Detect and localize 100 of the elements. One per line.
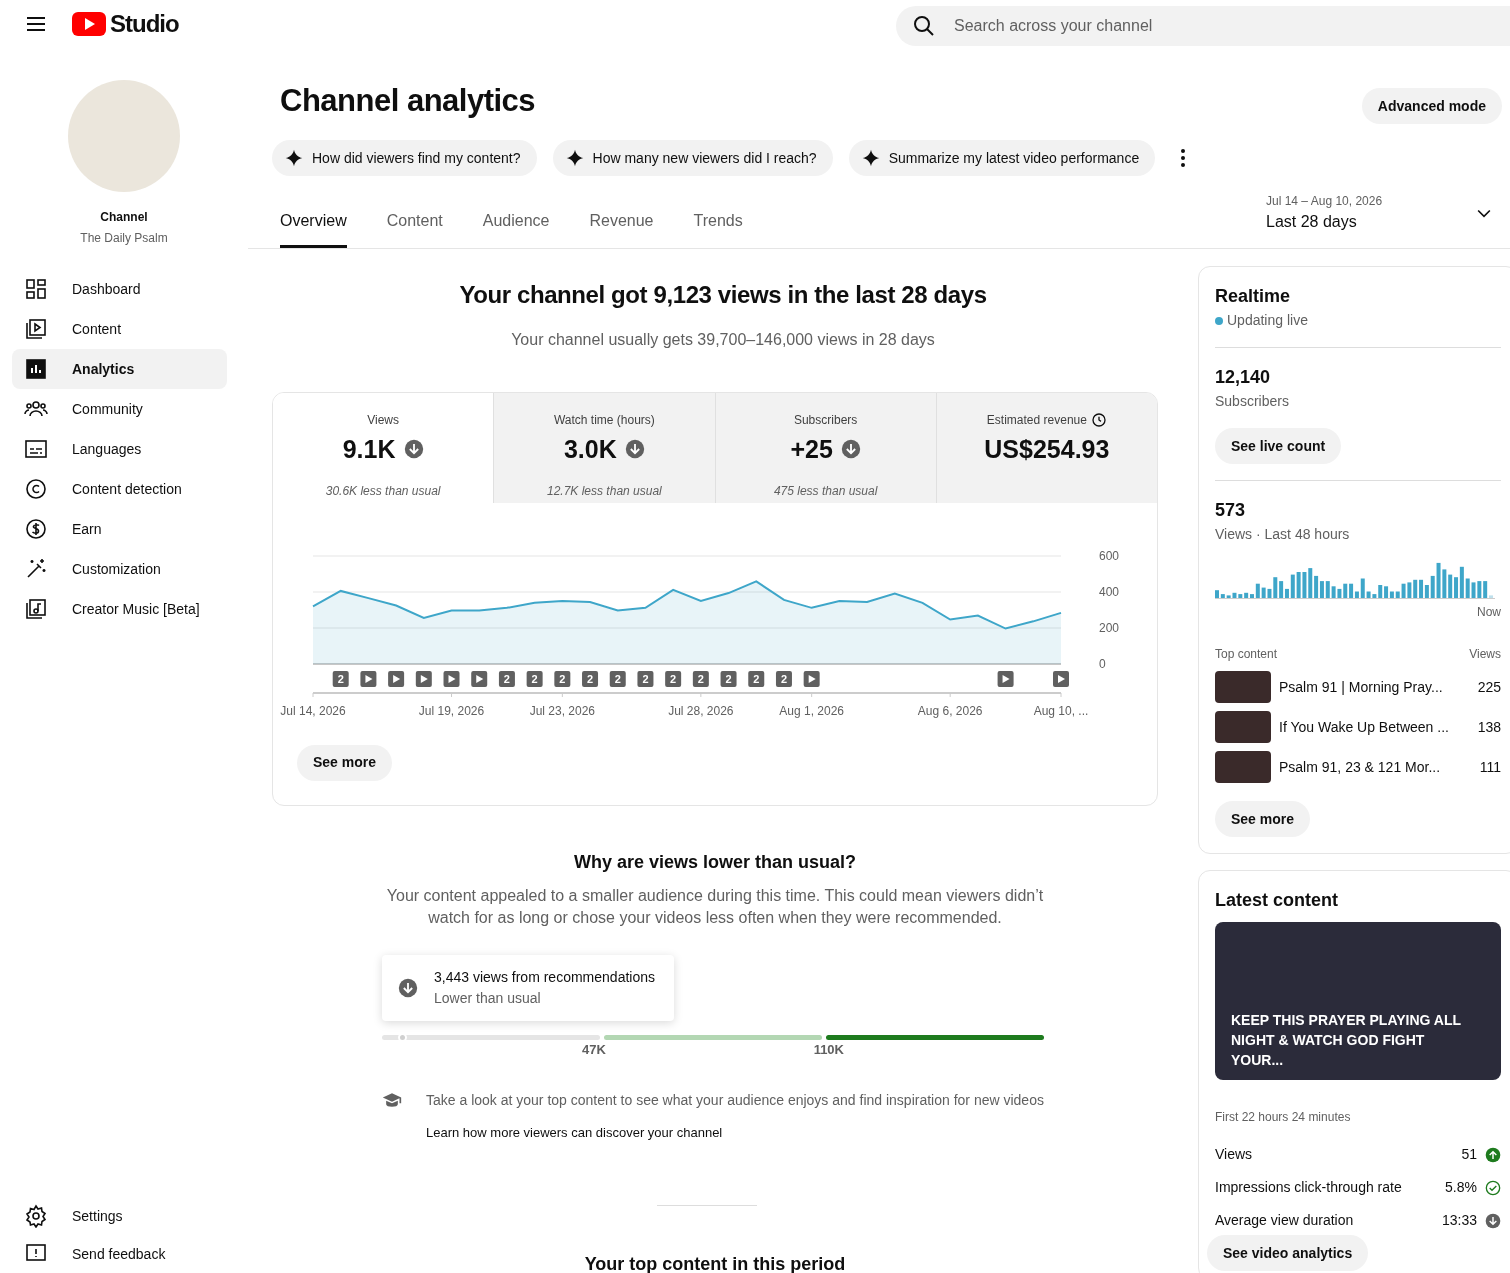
metric-tab[interactable]: Watch time (hours) 3.0K 12.7K less than usual — [493, 392, 715, 503]
count-marker[interactable]: 2 — [526, 670, 543, 687]
count-marker[interactable]: 2 — [332, 670, 349, 687]
logo-icon — [72, 12, 106, 36]
suggestion-chip[interactable]: How did viewers find my content? — [272, 140, 537, 176]
view-count: 225 — [1477, 677, 1501, 697]
video-marker[interactable] — [997, 670, 1014, 687]
channel-name: The Daily Psalm — [79, 230, 169, 247]
metric-note: 12.7K less than usual — [546, 483, 663, 501]
y-tick-label: 0 — [1099, 656, 1106, 671]
video-thumbnail — [1215, 751, 1271, 783]
learn-link[interactable]: Learn how more viewers can discover your channel — [426, 1122, 723, 1143]
tab[interactable]: Revenue — [589, 209, 654, 248]
page-title: Channel analytics — [280, 82, 536, 120]
callout-title: 3,443 views from recommendations — [434, 968, 655, 988]
advanced-mode-button[interactable]: Advanced mode — [1361, 88, 1502, 124]
see-more-button[interactable]: See more — [297, 744, 393, 781]
metric-label: Watch time (hours) — [553, 411, 655, 429]
y-tick-label: 600 — [1099, 548, 1120, 563]
tab[interactable]: Content — [386, 209, 443, 248]
column-header: Top content — [1215, 646, 1278, 663]
video-marker[interactable] — [388, 670, 405, 687]
top-content-row[interactable]: If You Wake Up Between ... 138 — [1215, 711, 1501, 743]
sidebar-item[interactable]: Community — [12, 389, 227, 429]
video-marker[interactable] — [471, 670, 488, 687]
count-marker[interactable]: 2 — [665, 670, 682, 687]
sidebar-item[interactable]: Analytics — [12, 349, 227, 389]
check-circle-icon — [1485, 1179, 1501, 1196]
video-marker[interactable] — [1053, 670, 1069, 687]
metric-value: 3.0K — [563, 433, 617, 465]
count-marker[interactable]: 2 — [609, 670, 626, 687]
top-content-row[interactable]: Psalm 91 | Morning Pray... 225 — [1215, 671, 1501, 703]
tab[interactable]: Overview — [280, 209, 347, 248]
sidebar-item[interactable]: Languages — [12, 429, 227, 469]
video-thumbnail[interactable]: KEEP THIS PRAYER PLAYING ALL NIGHT & WATCH GOD FIGHT YOUR... — [1215, 922, 1501, 1080]
period-label: First 22 hours 24 minutes — [1215, 1109, 1352, 1126]
metric-value: 9.1K — [342, 433, 396, 465]
metric-note: 475 less than usual — [772, 483, 879, 501]
summary-subline: Your channel usually gets 39,700–146,000 views in 28 days — [510, 329, 936, 350]
metric-value: US$254.93 — [984, 433, 1110, 465]
sidebar-item[interactable]: Content detection — [12, 469, 227, 509]
y-tick-label: 400 — [1099, 584, 1120, 599]
tip-text: Take a look at your top content to see what your audience enjoys and find inspiration for new videos — [426, 1090, 1044, 1110]
sidebar-item[interactable]: Settings — [12, 1197, 227, 1235]
search-icon[interactable] — [912, 14, 936, 38]
video-title: If You Wake Up Between ... — [1279, 717, 1449, 737]
search-field[interactable]: Search across your channel — [896, 6, 1510, 46]
video-marker[interactable] — [443, 670, 460, 687]
scale-label: 47K — [582, 1041, 606, 1060]
see-video-analytics-button[interactable]: See video analytics — [1207, 1235, 1369, 1271]
tab[interactable]: Trends — [693, 209, 743, 248]
x-tick-label: Aug 1, 2026 — [779, 703, 845, 718]
video-marker[interactable] — [360, 670, 377, 687]
y-tick-label: 200 — [1099, 620, 1120, 635]
stat-value: 51 — [1461, 1145, 1477, 1164]
sidebar-item[interactable]: Send feedback — [12, 1235, 227, 1273]
video-marker[interactable] — [415, 670, 432, 687]
bar-chart-icon — [24, 357, 48, 381]
video-marker[interactable] — [803, 670, 820, 687]
count-marker[interactable]: 2 — [692, 670, 709, 687]
see-live-count-button[interactable]: See live count — [1215, 428, 1342, 464]
count-marker[interactable]: 2 — [498, 670, 515, 687]
top-content-row[interactable]: Psalm 91, 23 & 121 Mor... 111 — [1215, 751, 1501, 783]
video-title: Psalm 91, 23 & 121 Mor... — [1279, 757, 1441, 777]
suggestion-chip[interactable]: Summarize my latest video performance — [848, 140, 1156, 176]
sidebar-item[interactable]: Content — [12, 309, 227, 349]
sidebar-item[interactable]: Customization — [12, 549, 227, 589]
live-dot — [1215, 316, 1223, 325]
live-status: Updating live — [1227, 311, 1308, 330]
metric-tab[interactable]: Subscribers +25 475 less than usual — [714, 392, 936, 503]
count-marker[interactable]: 2 — [748, 670, 765, 687]
date-range-picker[interactable]: Jul 14 – Aug 10, 2026 Last 28 days — [1266, 192, 1502, 248]
now-label: Now — [1477, 605, 1501, 619]
tab[interactable]: Audience — [482, 209, 550, 248]
count-marker[interactable]: 2 — [582, 670, 599, 687]
sidebar-item[interactable]: Dashboard — [12, 269, 227, 309]
music-icon — [24, 597, 48, 621]
see-more-button[interactable]: See more — [1215, 801, 1311, 837]
card-title: Latest content — [1215, 889, 1339, 912]
count-marker[interactable]: 2 — [554, 670, 571, 687]
video-thumbnail — [1215, 711, 1271, 743]
count-marker[interactable]: 2 — [775, 670, 792, 687]
sidebar-item[interactable]: Creator Music [Beta] — [12, 589, 227, 629]
dollar-icon — [24, 517, 48, 541]
sidebar-item[interactable]: Earn — [12, 509, 227, 549]
x-tick-label: Jul 19, 2026 — [418, 703, 485, 718]
metric-note: 30.6K less than usual — [324, 483, 442, 501]
x-tick-label: Aug 6, 2026 — [917, 703, 983, 718]
section-heading: Your top content in this period — [583, 1253, 847, 1273]
count-marker[interactable]: 2 — [637, 670, 654, 687]
count-marker[interactable]: 2 — [720, 670, 737, 687]
x-tick-label: Jul 14, 2026 — [280, 703, 346, 718]
view-count: 111 — [1479, 757, 1501, 777]
suggestion-chip[interactable]: How many new viewers did I reach? — [552, 140, 833, 176]
metric-tab[interactable]: Estimated revenue US$254.93 — [935, 392, 1157, 503]
logo-text: Studio — [110, 9, 179, 39]
video-thumbnail — [1215, 671, 1271, 703]
search-input[interactable]: Search across your channel — [952, 13, 1510, 39]
clock-icon — [1090, 411, 1107, 428]
subtitles-icon — [24, 437, 48, 461]
